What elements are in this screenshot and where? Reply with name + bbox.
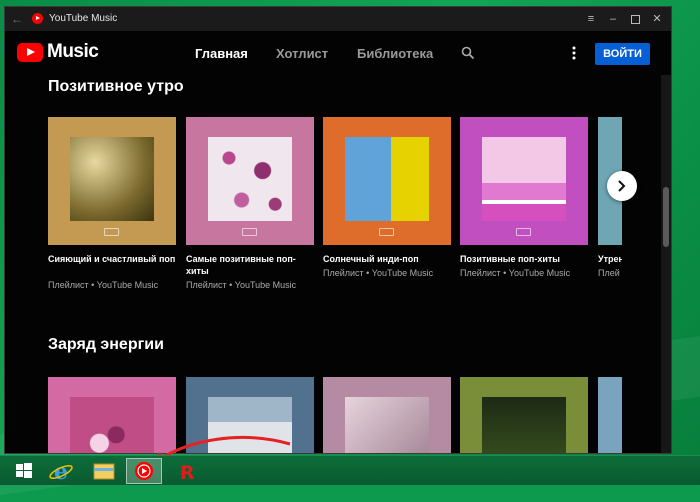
playlist-thumbnail — [598, 377, 622, 453]
youtube-music-taskbar-button[interactable] — [126, 458, 162, 484]
card-subtitle: Плейлист • YouTube Music — [460, 268, 571, 278]
section-title: Позитивное утро — [48, 78, 184, 95]
card-subtitle: Плей — [598, 268, 620, 278]
window-menu-icon[interactable]: ≡ — [583, 11, 599, 27]
title-bar: ← YouTube Music ≡ – ✕ — [5, 7, 671, 31]
playlist-thumbnail — [323, 377, 451, 453]
card-title[interactable]: Позитивные поп-хиты — [460, 253, 588, 265]
carousel-next-button[interactable] — [607, 171, 637, 201]
playlist-icon — [516, 228, 531, 236]
taskbar: e R — [0, 455, 700, 485]
card-title[interactable]: Самые позитивные поп-хиты — [186, 253, 314, 277]
scrollbar-thumb[interactable] — [663, 187, 669, 247]
windows-start-icon[interactable] — [6, 458, 42, 484]
playlist-thumbnail — [460, 377, 588, 453]
chevron-right-icon — [618, 180, 626, 192]
nav-hotlist[interactable]: Хотлист — [276, 46, 328, 62]
playlist-card[interactable]: Утреннее Плей — [598, 117, 622, 287]
playlist-thumbnail — [460, 117, 588, 245]
logo-text[interactable]: Music — [47, 41, 99, 63]
youtube-music-icon — [135, 462, 153, 480]
app-header: Music Главная Хотлист Библиотека ВОЙТИ — [5, 31, 671, 75]
card-title[interactable]: Сияющий и счастливый поп — [48, 253, 176, 265]
vertical-scrollbar[interactable] — [661, 75, 671, 453]
youtube-music-small-icon — [32, 13, 43, 24]
card-subtitle: Плейлист • YouTube Music — [186, 280, 297, 290]
youtube-music-logo-icon[interactable] — [17, 43, 43, 62]
card-title[interactable]: Утреннее — [598, 253, 622, 265]
svg-text:R: R — [180, 462, 195, 484]
playlist-icon — [242, 228, 257, 236]
cover-art — [482, 137, 566, 221]
r-app-icon[interactable]: R — [172, 458, 208, 484]
minimize-button[interactable]: – — [605, 11, 621, 27]
cover-art — [482, 397, 566, 453]
close-button[interactable]: ✕ — [649, 11, 665, 27]
playlist-thumbnail — [323, 117, 451, 245]
window-title: YouTube Music — [49, 13, 118, 24]
playlist-icon — [379, 228, 394, 236]
card-subtitle: Плейлист • YouTube Music — [48, 280, 159, 290]
playlist-icon — [104, 228, 119, 236]
search-icon[interactable] — [461, 46, 475, 60]
file-explorer-icon[interactable] — [86, 458, 122, 484]
internet-explorer-icon[interactable]: e — [44, 458, 80, 484]
nav-home[interactable]: Главная — [195, 46, 248, 62]
playlist-thumbnail — [186, 117, 314, 245]
more-menu-icon[interactable] — [571, 45, 577, 61]
playlist-thumbnail — [48, 117, 176, 245]
main-content: Позитивное утро Сияющий и счастливый поп… — [5, 75, 661, 453]
cover-art — [345, 397, 429, 453]
card-subtitle: Плейлист • YouTube Music — [323, 268, 434, 278]
playlist-card[interactable] — [598, 377, 622, 453]
nav-library[interactable]: Библиотека — [357, 46, 433, 62]
svg-text:e: e — [54, 459, 68, 484]
cover-art — [345, 137, 429, 221]
app-window: ← YouTube Music ≡ – ✕ Music Главная Хотл… — [4, 6, 672, 454]
playlist-card[interactable] — [323, 377, 451, 453]
playlist-card[interactable] — [460, 377, 588, 453]
section-title: Заряд энергии — [48, 336, 164, 353]
back-arrow-icon[interactable]: ← — [11, 11, 25, 27]
cover-art — [208, 137, 292, 221]
card-title[interactable]: Солнечный инди-поп — [323, 253, 451, 265]
maximize-button[interactable] — [627, 11, 643, 27]
cover-art — [70, 137, 154, 221]
login-button[interactable]: ВОЙТИ — [595, 43, 650, 65]
